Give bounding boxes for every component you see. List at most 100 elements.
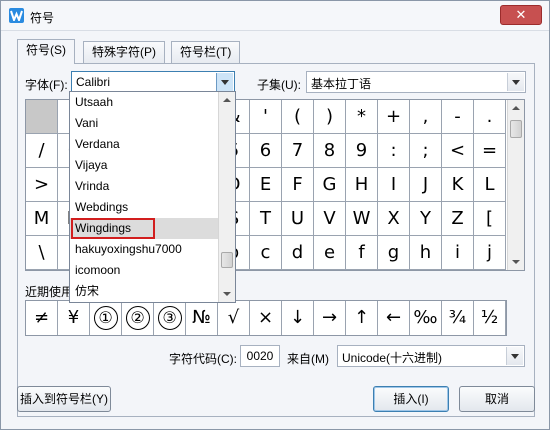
symbol-cell[interactable]: + xyxy=(378,100,410,134)
scroll-thumb[interactable] xyxy=(221,252,233,268)
scroll-up-icon[interactable] xyxy=(219,92,235,108)
symbol-cell[interactable]: L xyxy=(474,168,506,202)
close-button[interactable]: ✕ xyxy=(500,5,542,25)
insert-to-symbol-bar-button[interactable]: 插入到符号栏(Y) xyxy=(17,386,111,412)
char-code-input[interactable]: 0020 xyxy=(240,345,280,367)
symbol-cell[interactable]: j xyxy=(474,236,506,270)
symbol-cell[interactable]: , xyxy=(410,100,442,134)
recent-symbol[interactable]: ≠ xyxy=(26,301,58,335)
symbol-cell[interactable]: = xyxy=(474,134,506,168)
symbol-cell[interactable]: 9 xyxy=(346,134,378,168)
symbol-cell[interactable]: E xyxy=(250,168,282,202)
symbol-cell[interactable]: . xyxy=(474,100,506,134)
font-option[interactable]: Webdings xyxy=(70,197,218,218)
symbol-cell[interactable]: ( xyxy=(282,100,314,134)
symbol-cell[interactable]: \ xyxy=(26,236,58,270)
symbol-grid-scrollbar[interactable] xyxy=(507,100,524,270)
recent-symbol[interactable]: ½ xyxy=(474,301,506,335)
cancel-button[interactable]: 取消 xyxy=(459,386,535,412)
symbol-cell[interactable]: ) xyxy=(314,100,346,134)
symbol-cell[interactable]: e xyxy=(314,236,346,270)
font-option[interactable]: Vani xyxy=(70,113,218,134)
symbol-cell[interactable]: < xyxy=(442,134,474,168)
symbol-cell[interactable]: 7 xyxy=(282,134,314,168)
font-option-label: Vijaya xyxy=(75,158,108,172)
symbol-cell[interactable]: : xyxy=(378,134,410,168)
recent-symbol[interactable]: ¾ xyxy=(442,301,474,335)
symbol-cell[interactable]: [ xyxy=(474,202,506,236)
insert-button[interactable]: 插入(I) xyxy=(373,386,449,412)
font-option-label: Webdings xyxy=(75,200,129,214)
highlight-outline xyxy=(71,218,155,239)
recent-symbol[interactable]: ② xyxy=(122,301,154,335)
chevron-down-icon[interactable] xyxy=(507,73,524,91)
recent-symbol[interactable]: ↓ xyxy=(282,301,314,335)
symbol-cell[interactable]: Y xyxy=(410,202,442,236)
symbol-cell[interactable]: J xyxy=(410,168,442,202)
scroll-thumb[interactable] xyxy=(510,120,522,138)
recent-symbol[interactable]: ← xyxy=(378,301,410,335)
scroll-up-icon[interactable] xyxy=(508,100,524,116)
chevron-down-icon[interactable] xyxy=(506,347,523,365)
symbol-cell[interactable]: > xyxy=(26,168,58,202)
recent-symbol[interactable]: √ xyxy=(218,301,250,335)
symbol-cell[interactable]: K xyxy=(442,168,474,202)
recent-symbol[interactable]: № xyxy=(186,301,218,335)
tab-symbol-bar[interactable]: 符号栏(T) xyxy=(171,41,241,64)
symbol-cell[interactable]: 8 xyxy=(314,134,346,168)
tab-symbols[interactable]: 符号(S) xyxy=(17,39,75,64)
recent-symbol[interactable]: ¥ xyxy=(58,301,90,335)
font-option[interactable]: Wingdings xyxy=(70,218,218,239)
symbol-cell[interactable] xyxy=(26,100,58,134)
encoding-select[interactable]: Unicode(十六进制) xyxy=(337,345,525,367)
scroll-down-icon[interactable] xyxy=(219,286,235,302)
recent-symbol[interactable]: ‰ xyxy=(410,301,442,335)
symbol-cell[interactable]: W xyxy=(346,202,378,236)
recent-symbol[interactable]: ③ xyxy=(154,301,186,335)
recent-label: 近期使用 xyxy=(25,285,74,299)
symbol-cell[interactable]: H xyxy=(346,168,378,202)
chevron-down-icon[interactable] xyxy=(216,73,233,91)
scroll-down-icon[interactable] xyxy=(508,254,524,270)
symbol-cell[interactable]: h xyxy=(410,236,442,270)
symbol-cell[interactable]: i xyxy=(442,236,474,270)
symbol-cell[interactable]: 6 xyxy=(250,134,282,168)
recent-symbol[interactable]: × xyxy=(250,301,282,335)
symbol-cell[interactable]: ' xyxy=(250,100,282,134)
font-option-label: icomoon xyxy=(75,263,121,277)
symbol-cell[interactable]: g xyxy=(378,236,410,270)
recent-symbol-glyph: ① xyxy=(93,306,118,330)
recent-symbol[interactable]: ① xyxy=(90,301,122,335)
font-option[interactable]: hakuyoxingshu7000 xyxy=(70,239,218,260)
font-select[interactable]: Calibri xyxy=(71,71,235,93)
symbol-cell[interactable]: X xyxy=(378,202,410,236)
font-option[interactable]: Verdana xyxy=(70,134,218,155)
symbol-cell[interactable]: / xyxy=(26,134,58,168)
font-option[interactable]: icomoon xyxy=(70,260,218,281)
symbol-cell[interactable]: ; xyxy=(410,134,442,168)
symbol-cell[interactable]: T xyxy=(250,202,282,236)
recent-symbol[interactable]: ↑ xyxy=(346,301,378,335)
symbol-cell[interactable]: G xyxy=(314,168,346,202)
symbol-cell[interactable]: U xyxy=(282,202,314,236)
symbol-cell[interactable]: M xyxy=(26,202,58,236)
tab-special-chars[interactable]: 特殊字符(P) xyxy=(83,41,165,64)
font-dropdown-scrollbar[interactable] xyxy=(218,92,235,302)
recent-symbol[interactable]: → xyxy=(314,301,346,335)
symbol-cell[interactable]: d xyxy=(282,236,314,270)
symbol-cell[interactable]: f xyxy=(346,236,378,270)
symbol-cell[interactable]: * xyxy=(346,100,378,134)
symbol-cell[interactable]: Z xyxy=(442,202,474,236)
symbol-cell[interactable]: c xyxy=(250,236,282,270)
font-option[interactable]: Vrinda xyxy=(70,176,218,197)
subset-select[interactable]: 基本拉丁语 xyxy=(306,71,526,93)
subset-label: 子集(U): xyxy=(257,78,301,92)
font-option[interactable]: Utsaah xyxy=(70,92,218,113)
font-option[interactable]: 仿宋 xyxy=(70,281,218,302)
symbol-cell[interactable]: - xyxy=(442,100,474,134)
symbol-cell[interactable]: V xyxy=(314,202,346,236)
font-option[interactable]: Vijaya xyxy=(70,155,218,176)
symbol-cell[interactable]: I xyxy=(378,168,410,202)
symbol-cell[interactable]: F xyxy=(282,168,314,202)
font-option-label: Utsaah xyxy=(75,95,114,109)
